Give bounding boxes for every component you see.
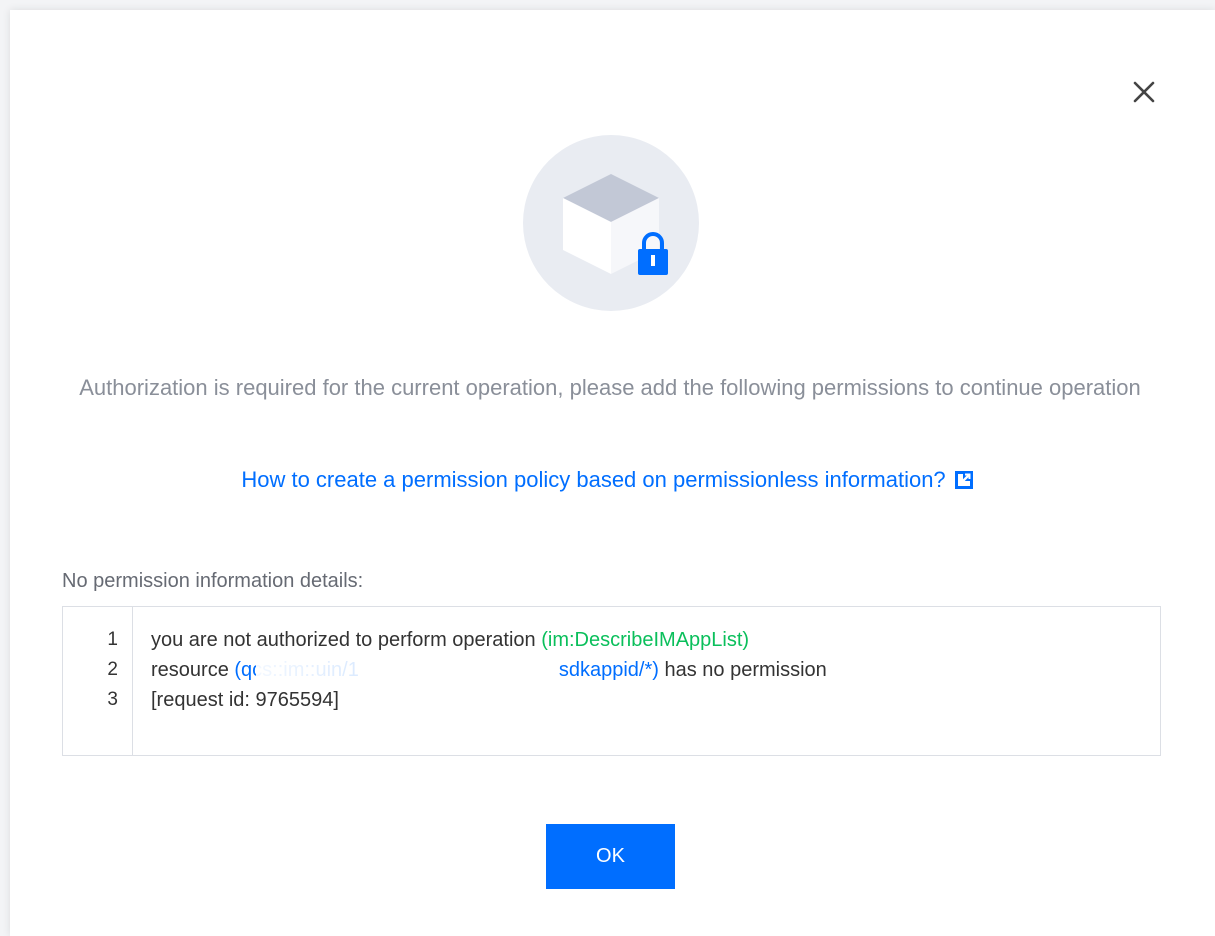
detail-line-resource: resource (qcs::im::uin/1 sdkappid/*) has… xyxy=(151,655,827,685)
line-text: you are not authorized to perform operat… xyxy=(151,629,542,651)
redaction-mask xyxy=(256,658,485,684)
detail-line-request-id: [request id: 9765594] xyxy=(151,685,339,715)
line-text: resource xyxy=(151,659,235,681)
locked-box-icon xyxy=(522,134,700,312)
ok-button[interactable]: OK xyxy=(546,824,675,889)
authorization-message: Authorization is required for the curren… xyxy=(79,375,1141,400)
details-label: No permission information details: xyxy=(62,570,364,592)
line-number: 3 xyxy=(107,689,118,710)
permission-dialog: Authorization is required for the curren… xyxy=(10,10,1215,936)
line-number: 1 xyxy=(107,629,118,650)
resource-identifier-wrap: (qcs::im::uin/1 sdkappid/*) xyxy=(234,655,659,685)
operation-name: (im:DescribeIMAppList) xyxy=(541,629,750,651)
permission-policy-help-link[interactable]: How to create a permission policy based … xyxy=(241,467,973,492)
line-number: 2 xyxy=(107,659,118,680)
line-text: [request id: 9765594] xyxy=(151,689,339,711)
detail-line-operation: you are not authorized to perform operat… xyxy=(151,625,749,655)
close-icon xyxy=(1133,81,1155,103)
close-button[interactable] xyxy=(1128,76,1160,108)
help-link-text: How to create a permission policy based … xyxy=(241,467,946,492)
line-suffix: has no permission xyxy=(658,659,827,681)
permission-details-box: 1 2 3 you are not authorized to perform … xyxy=(62,606,1161,756)
line-number-gutter: 1 2 3 xyxy=(63,607,133,755)
external-link-icon xyxy=(954,471,973,489)
help-link-container: How to create a permission policy based … xyxy=(10,460,1205,500)
